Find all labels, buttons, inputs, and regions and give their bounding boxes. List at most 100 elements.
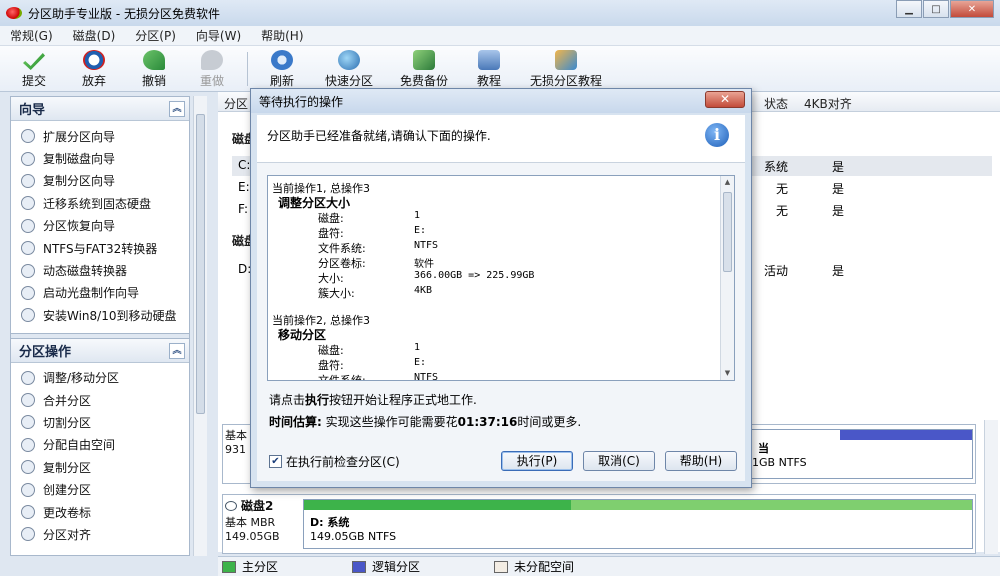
field-key: 盘符: bbox=[318, 359, 344, 372]
estimate-label: 时间估算: bbox=[269, 415, 322, 429]
wizard-icon bbox=[21, 308, 35, 323]
redo-icon bbox=[201, 50, 223, 70]
sidebar-item-copy-disk[interactable]: 复制磁盘向导 bbox=[11, 147, 189, 169]
discard-button[interactable]: 放弃 bbox=[82, 50, 106, 89]
cell-status: 活动 bbox=[764, 264, 789, 278]
wizard-list: 扩展分区向导 复制磁盘向导 复制分区向导 迁移系统到固态硬盘 分区恢复向导 NT… bbox=[11, 121, 189, 327]
quick-partition-button[interactable]: 快速分区 bbox=[325, 50, 373, 89]
sidebar-item-label: 复制分区 bbox=[43, 460, 92, 475]
operations-scrollbar[interactable]: ▲ ▼ bbox=[720, 176, 734, 380]
sidebar-item-split[interactable]: 切割分区 bbox=[11, 411, 189, 433]
undo-icon bbox=[143, 50, 165, 70]
quick-partition-icon bbox=[338, 50, 360, 70]
sidebar-item-extend-partition[interactable]: 扩展分区向导 bbox=[11, 125, 189, 147]
collapse-ops-button[interactable]: ︽ bbox=[169, 342, 185, 359]
execute-button[interactable]: 执行(P) bbox=[501, 451, 573, 471]
scroll-up-icon[interactable]: ▲ bbox=[723, 178, 732, 187]
used-bar-segment bbox=[304, 500, 572, 510]
sidebar-item-label: 复制分区向导 bbox=[43, 174, 116, 189]
menu-bar: 常规(G) 磁盘(D) 分区(P) 向导(W) 帮助(H) bbox=[0, 26, 1000, 46]
sidebar-item-label: 启动光盘制作向导 bbox=[43, 286, 140, 301]
sidebar-item-ntfs-fat32[interactable]: NTFS与FAT32转换器 bbox=[11, 237, 189, 259]
sidebar-item-merge[interactable]: 合并分区 bbox=[11, 389, 189, 411]
menu-wizard[interactable]: 向导(W) bbox=[196, 27, 241, 44]
backup-icon bbox=[413, 50, 435, 70]
field-value: E: bbox=[414, 357, 427, 368]
dialog-close-button[interactable]: ✕ bbox=[705, 91, 745, 108]
sidebar-item-create[interactable]: 创建分区 bbox=[11, 478, 189, 500]
list-item: 盘符: E: bbox=[272, 225, 712, 240]
dialog-title: 等待执行的操作 bbox=[259, 94, 344, 109]
sidebar-item-allocate-free[interactable]: 分配自由空间 bbox=[11, 434, 189, 456]
sidebar-item-label: 动态磁盘转换器 bbox=[43, 264, 128, 279]
check-before-execute[interactable]: ✔ 在执行前检查分区(C) bbox=[269, 453, 400, 470]
dialog-title-bar: 等待执行的操作 bbox=[251, 89, 751, 113]
menu-help[interactable]: 帮助(H) bbox=[261, 27, 303, 44]
menu-general[interactable]: 常规(G) bbox=[10, 27, 53, 44]
minimize-button[interactable]: ▁ bbox=[896, 0, 922, 18]
field-value: 软件 bbox=[414, 259, 434, 270]
sidebar-item-copy[interactable]: 复制分区 bbox=[11, 456, 189, 478]
disk2-partition-label: D: 系统 bbox=[310, 516, 350, 529]
operations-list[interactable]: 当前操作1, 总操作3 调整分区大小 磁盘: 1 盘符: E: 文件系统: NTFS … bbox=[267, 175, 735, 381]
disk2-info: 磁盘2 基本 MBR 149.05GB bbox=[225, 497, 301, 551]
field-value: NTFS bbox=[414, 372, 439, 381]
sidebar-item-align[interactable]: 分区对齐 bbox=[11, 523, 189, 545]
close-button[interactable]: ✕ bbox=[950, 0, 994, 18]
collapse-wizard-button[interactable]: ︽ bbox=[169, 101, 185, 117]
free-backup-button[interactable]: 免费备份 bbox=[400, 50, 448, 89]
help-button[interactable]: 帮助(H) bbox=[665, 451, 737, 471]
lossless-tutorial-button[interactable]: 无损分区教程 bbox=[530, 50, 602, 89]
sidebar-item-label: NTFS与FAT32转换器 bbox=[43, 241, 158, 256]
scroll-thumb[interactable] bbox=[723, 192, 732, 272]
info-icon: i bbox=[705, 123, 729, 147]
column-4k-align[interactable]: 4KB对齐 bbox=[804, 95, 852, 112]
sidebar-item-migrate-os[interactable]: 迁移系统到固态硬盘 bbox=[11, 192, 189, 214]
sidebar-item-resize-move[interactable]: 调整/移动分区 bbox=[11, 367, 189, 389]
sidebar-item-win-to-go[interactable]: 安装Win8/10到移动硬盘 bbox=[11, 304, 189, 326]
check-before-execute-checkbox[interactable]: ✔ bbox=[269, 455, 282, 468]
disk2-partition-bar[interactable]: D: 系统 149.05GB NTFS bbox=[303, 499, 973, 549]
disk-map-scrollbar[interactable] bbox=[984, 420, 998, 554]
pending-operations-dialog: 等待执行的操作 ✕ 分区助手已经准备就绪,请确认下面的操作. i 当前操作1, … bbox=[250, 88, 752, 488]
cancel-button[interactable]: 取消(C) bbox=[583, 451, 655, 471]
sidebar-item-copy-partition[interactable]: 复制分区向导 bbox=[11, 170, 189, 192]
sidebar-item-change-label[interactable]: 更改卷标 bbox=[11, 501, 189, 523]
cell-status: 无 bbox=[776, 182, 789, 196]
sidebar-scrollbar[interactable] bbox=[193, 96, 207, 556]
menu-disk[interactable]: 磁盘(D) bbox=[73, 27, 116, 44]
operation-icon bbox=[21, 437, 35, 452]
disk2-partition-size: 149.05GB NTFS bbox=[310, 530, 397, 543]
scroll-down-icon[interactable]: ▼ bbox=[723, 369, 732, 378]
maximize-button[interactable]: □ bbox=[923, 0, 949, 18]
check-icon bbox=[23, 53, 45, 70]
wizard-icon bbox=[21, 173, 35, 188]
field-key: 簇大小: bbox=[318, 287, 355, 300]
column-status[interactable]: 状态 bbox=[764, 95, 788, 112]
ops-section-title: 分区操作 bbox=[19, 344, 72, 360]
tutorial-button[interactable]: 教程 bbox=[477, 50, 501, 89]
sidebar-item-partition-recovery[interactable]: 分区恢复向导 bbox=[11, 215, 189, 237]
scroll-thumb[interactable] bbox=[196, 114, 205, 414]
column-partition[interactable]: 分区 bbox=[224, 95, 248, 112]
dialog-header: 分区助手已经准备就绪,请确认下面的操作. i bbox=[257, 115, 745, 163]
wizard-icon bbox=[21, 263, 35, 278]
field-key: 磁盘: bbox=[318, 212, 344, 225]
unallocated-swatch bbox=[494, 560, 509, 573]
sidebar-item-label: 合并分区 bbox=[43, 393, 92, 408]
sidebar-item-label: 迁移系统到固态硬盘 bbox=[43, 196, 152, 211]
list-item: 大小: 366.00GB => 225.99GB bbox=[272, 270, 712, 285]
disk1-tail-label: 当 bbox=[758, 442, 769, 455]
field-value: 1 bbox=[414, 210, 421, 221]
disk2-map[interactable]: 磁盘2 基本 MBR 149.05GB D: 系统 149.05GB NTFS bbox=[222, 494, 976, 554]
cell-align: 是 bbox=[832, 182, 845, 196]
sidebar-item-label: 切割分区 bbox=[43, 415, 92, 430]
redo-button[interactable]: 重做 bbox=[200, 50, 224, 89]
undo-button[interactable]: 撤销 bbox=[142, 50, 166, 89]
sidebar-item-bootable-media[interactable]: 启动光盘制作向导 bbox=[11, 282, 189, 304]
refresh-button[interactable]: 刷新 bbox=[270, 50, 294, 89]
ops-section-header: 分区操作 ︽ bbox=[11, 338, 189, 363]
menu-partition[interactable]: 分区(P) bbox=[135, 27, 176, 44]
sidebar-item-dynamic-disk[interactable]: 动态磁盘转换器 bbox=[11, 259, 189, 281]
commit-button[interactable]: 提交 bbox=[22, 50, 46, 89]
